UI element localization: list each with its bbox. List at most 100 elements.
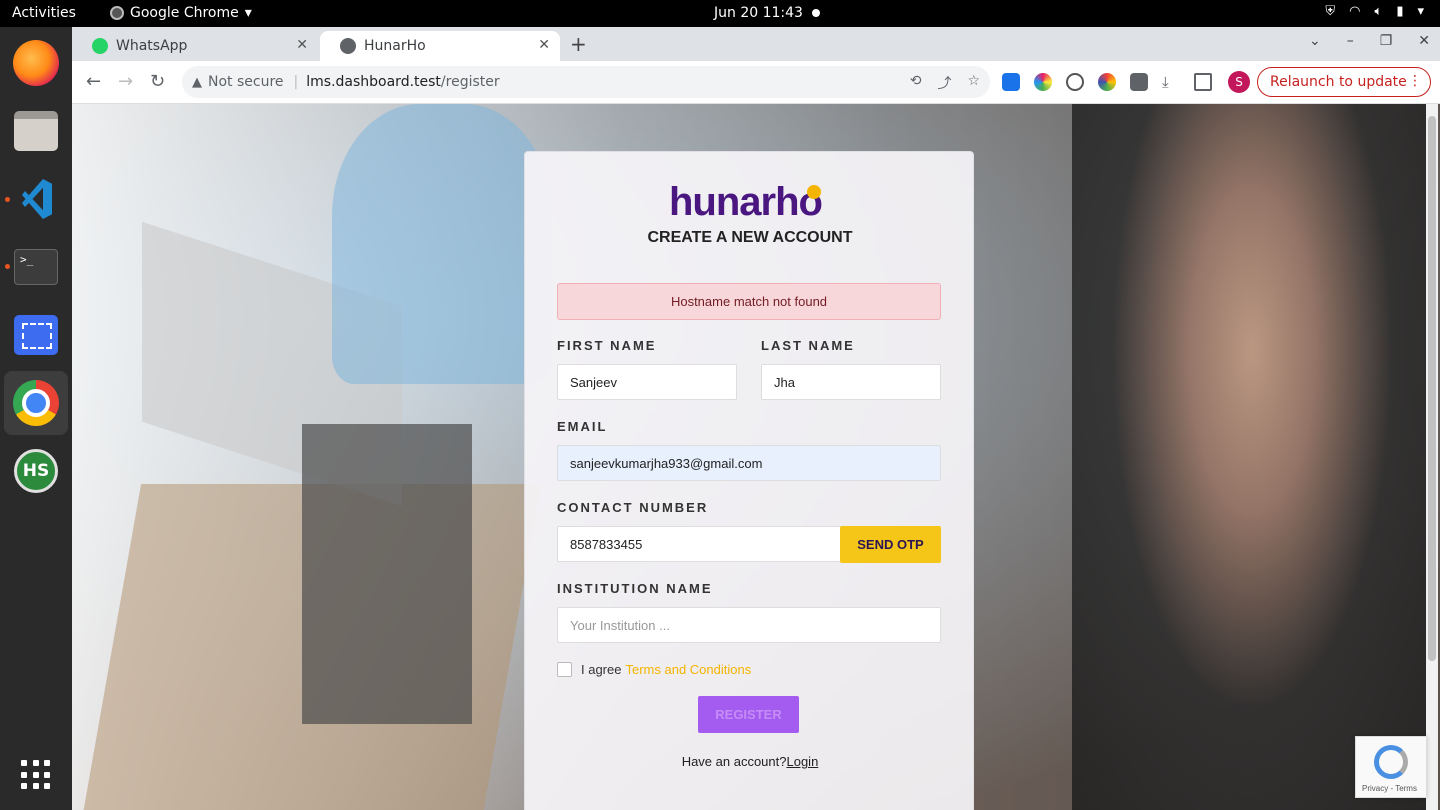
security-label[interactable]: Not secure (208, 74, 284, 90)
page-viewport: hunarho CREATE A NEW ACCOUNT Hostname ma… (72, 104, 1440, 810)
have-account-text: Have an account? (681, 754, 787, 769)
battery-icon[interactable]: ▮ (1396, 4, 1403, 19)
tab-search-icon[interactable]: ⌄ (1309, 33, 1321, 49)
dock-chrome[interactable] (4, 371, 68, 435)
translate-icon[interactable]: ⟲ (910, 73, 922, 93)
close-icon[interactable]: ✕ (538, 37, 550, 53)
files-icon (14, 111, 58, 151)
address-bar[interactable]: ▲ Not secure | lms.dashboard.test/regist… (182, 66, 990, 98)
reload-icon[interactable]: ↻ (150, 71, 165, 92)
chevron-down-icon[interactable]: ▾ (1417, 4, 1424, 19)
app-menu-label: Google Chrome (130, 5, 239, 21)
register-card: hunarho CREATE A NEW ACCOUNT Hostname ma… (524, 151, 974, 810)
dock-vscode[interactable] (4, 167, 68, 231)
code-icon[interactable] (1066, 73, 1084, 91)
tab-strip: WhatsApp ✕ HunarHo ✕ + ⌄ – ❐ ✕ (72, 27, 1440, 61)
close-icon[interactable]: ✕ (296, 37, 308, 53)
dock-files[interactable] (4, 99, 68, 163)
kebab-menu-icon[interactable]: ⋮ (1408, 73, 1422, 89)
chrome-small-icon (110, 6, 124, 20)
background-photo-laptop (302, 424, 472, 724)
whatsapp-icon (92, 38, 108, 54)
extension-icon[interactable] (1002, 73, 1020, 91)
institution-field[interactable]: Your Institution ... (557, 607, 941, 643)
contact-label: CONTACT NUMBER (557, 500, 709, 515)
minimize-icon[interactable]: – (1347, 33, 1354, 49)
first-name-field[interactable]: Sanjeev (557, 364, 737, 400)
chrome-icon (13, 380, 59, 426)
dock-terminal[interactable]: >_ (4, 235, 68, 299)
omnibox-actions: ⟲ ⤴ ☆ (910, 73, 980, 93)
page-title: CREATE A NEW ACCOUNT (647, 229, 853, 246)
globe-icon (340, 38, 356, 54)
last-name-field[interactable]: Jha (761, 364, 941, 400)
login-prompt: Have an account?Login (525, 754, 975, 769)
divider: | (293, 74, 299, 90)
login-link[interactable]: Login (786, 754, 818, 769)
star-icon[interactable]: ☆ (967, 73, 980, 93)
palette-icon[interactable] (1098, 73, 1116, 91)
agree-text: I agree (581, 662, 622, 677)
extensions-bar: ⤓ (1002, 73, 1212, 91)
tab-label: WhatsApp (116, 38, 188, 54)
notification-dot (812, 9, 820, 17)
dock-hs[interactable]: HS (4, 439, 68, 503)
contact-field[interactable]: 8587833455 (557, 526, 841, 562)
terms-link[interactable]: Terms and Conditions (625, 662, 751, 677)
scrollbar-thumb[interactable] (1428, 116, 1436, 661)
hunarho-logo: hunarho (669, 180, 823, 224)
warning-icon[interactable]: ▲ (192, 75, 202, 90)
chevron-down-icon: ▾ (244, 5, 252, 21)
relaunch-button[interactable]: Relaunch to update ⋮ (1257, 67, 1431, 97)
shield-icon[interactable]: ⛨ (1325, 4, 1335, 19)
last-name-label: LAST NAME (761, 338, 855, 353)
vscode-icon (14, 177, 58, 221)
error-alert: Hostname match not found (557, 283, 941, 320)
tab-hunarho[interactable]: HunarHo ✕ (320, 31, 560, 61)
forward-icon[interactable]: → (118, 71, 133, 92)
wifi-icon[interactable]: ◠ (1349, 4, 1360, 19)
new-tab-button[interactable]: + (570, 32, 587, 56)
background-photo-person (1072, 104, 1432, 810)
dock-screenshot[interactable] (4, 303, 68, 367)
hs-icon: HS (14, 449, 58, 493)
system-top-bar: Activities Google Chrome ▾ Jun 20 11:43 … (0, 0, 1440, 27)
relaunch-label: Relaunch to update (1270, 74, 1407, 90)
puzzle-icon[interactable] (1130, 73, 1148, 91)
terms-checkbox[interactable] (557, 662, 572, 677)
profile-avatar[interactable]: S (1228, 71, 1250, 93)
terminal-icon: >_ (14, 249, 58, 285)
side-panel-icon[interactable] (1194, 73, 1212, 91)
recaptcha-badge[interactable]: Privacy - Terms (1355, 736, 1427, 798)
logo-target-icon (807, 185, 821, 199)
dock: >_ HS (0, 27, 72, 810)
register-button[interactable]: REGISTER (698, 696, 799, 733)
maximize-icon[interactable]: ❐ (1380, 33, 1393, 49)
show-apps-icon (21, 760, 51, 790)
firefox-icon (13, 40, 59, 86)
show-apps-button[interactable] (4, 743, 68, 807)
back-icon[interactable]: ← (86, 71, 101, 92)
recaptcha-footer[interactable]: Privacy - Terms (1362, 784, 1417, 793)
activities-button[interactable]: Activities (12, 5, 76, 21)
url-path: /register (440, 74, 500, 90)
send-otp-button[interactable]: SEND OTP (840, 526, 941, 563)
dock-firefox[interactable] (4, 31, 68, 95)
email-label: EMAIL (557, 419, 608, 434)
url-host: lms.dashboard.test (306, 74, 441, 90)
tab-whatsapp[interactable]: WhatsApp ✕ (72, 31, 318, 61)
color-picker-icon[interactable] (1034, 73, 1052, 91)
download-icon[interactable]: ⤓ (1162, 73, 1180, 91)
window-controls: ⌄ – ❐ ✕ (1309, 33, 1430, 49)
app-menu[interactable]: Google Chrome ▾ (110, 5, 252, 21)
email-field[interactable]: sanjeevkumarjha933@gmail.com (557, 445, 941, 481)
recaptcha-icon (1374, 745, 1408, 779)
tab-label: HunarHo (364, 38, 426, 54)
browser-window: WhatsApp ✕ HunarHo ✕ + ⌄ – ❐ ✕ ← → ↻ ▲ N… (72, 27, 1440, 810)
page-scrollbar[interactable] (1426, 104, 1438, 810)
system-tray[interactable]: ⛨ ◠ 🔈︎ ▮ ▾ (1325, 4, 1424, 19)
clock[interactable]: Jun 20 11:43 (714, 5, 803, 21)
share-icon[interactable]: ⤴ (937, 73, 951, 93)
volume-icon[interactable]: 🔈︎ (1375, 4, 1383, 19)
close-icon[interactable]: ✕ (1418, 33, 1430, 49)
